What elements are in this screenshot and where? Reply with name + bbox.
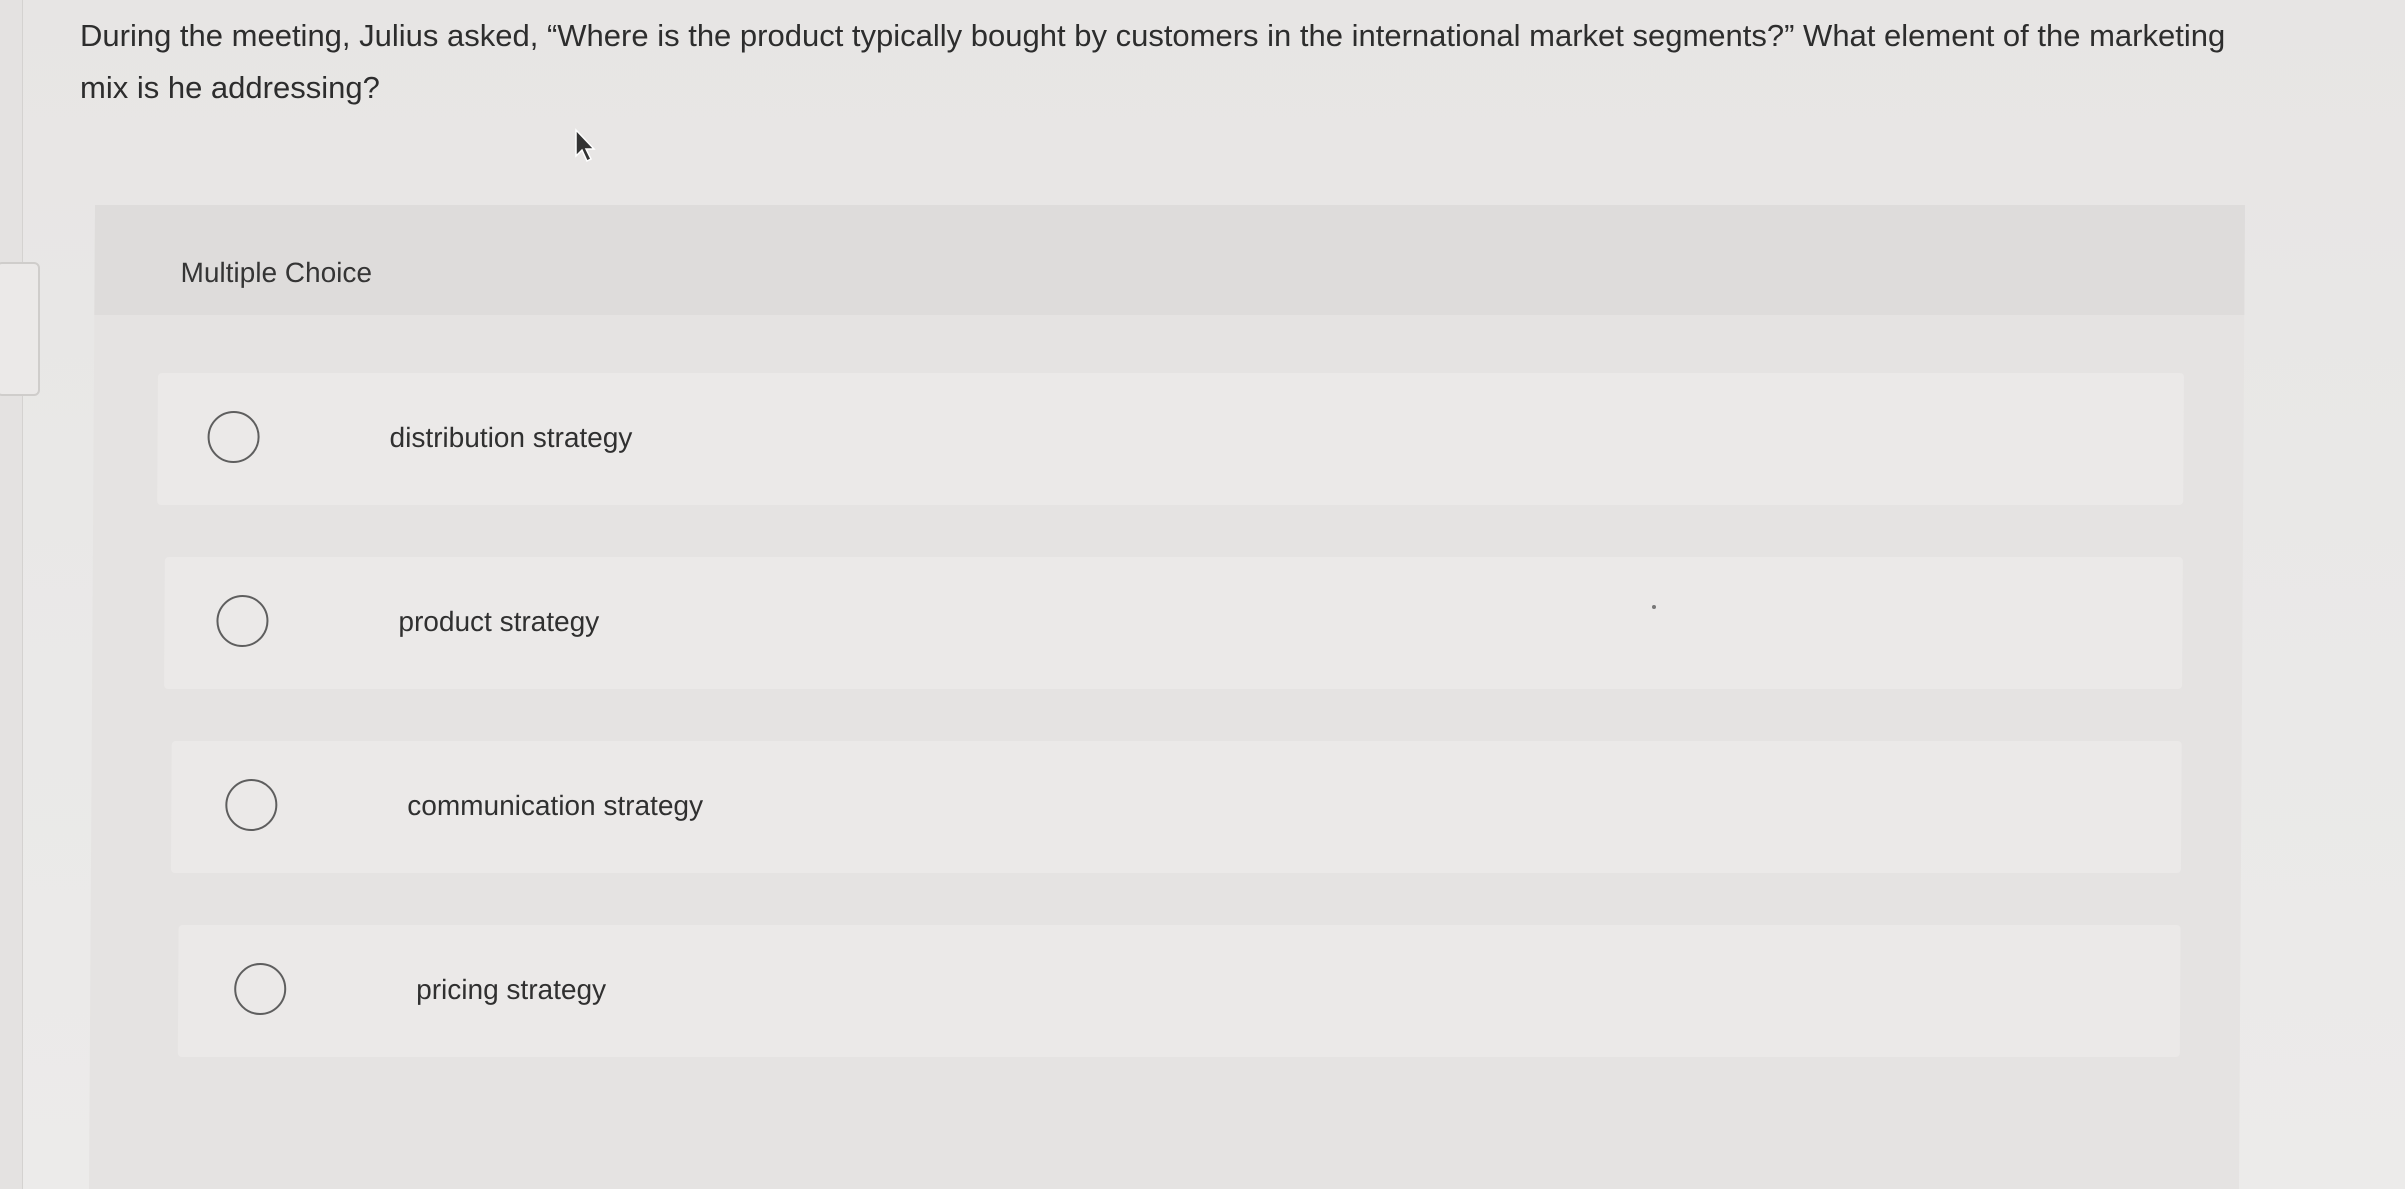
answer-option-label: pricing strategy (416, 974, 607, 1005)
screen-speck (1652, 605, 1656, 609)
radio-button-icon[interactable] (225, 779, 278, 831)
radio-button-icon[interactable] (234, 963, 287, 1015)
left-edge-panel (0, 0, 23, 1189)
panel-title: Multiple Choice (180, 257, 373, 288)
answer-option-pricing[interactable]: pricing strategy (177, 925, 2181, 1057)
answer-option-label: distribution strategy (389, 422, 633, 453)
radio-button-icon[interactable] (216, 595, 269, 647)
radio-button-icon[interactable] (207, 411, 260, 463)
answer-option-label: communication strategy (407, 790, 704, 821)
answer-option-product[interactable]: product strategy (164, 557, 2183, 689)
left-side-tab[interactable] (0, 262, 40, 396)
panel-header: Multiple Choice (94, 205, 2246, 315)
answer-option-communication[interactable]: communication strategy (170, 741, 2182, 873)
mouse-pointer-icon (575, 128, 596, 163)
answer-option-label: product strategy (398, 606, 600, 637)
multiple-choice-panel: Multiple Choice distribution strategy pr… (88, 205, 2246, 1189)
answer-option-distribution[interactable]: distribution strategy (157, 373, 2184, 505)
question-text: During the meeting, Julius asked, “Where… (80, 18, 2226, 105)
